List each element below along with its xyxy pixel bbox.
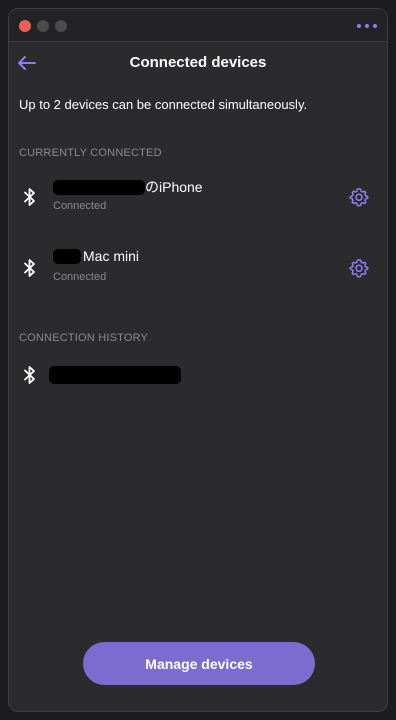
redacted-text bbox=[49, 366, 181, 384]
device-status: Connected bbox=[53, 271, 107, 283]
more-options-button[interactable] bbox=[357, 19, 377, 33]
device-row-iphone[interactable]: のiPhone Connected bbox=[9, 171, 387, 223]
maximize-window-button[interactable] bbox=[55, 20, 67, 32]
device-name: Mac mini bbox=[53, 248, 139, 264]
bluetooth-icon bbox=[24, 259, 35, 277]
page-header: Connected devices bbox=[9, 43, 387, 83]
redacted-text bbox=[53, 248, 81, 264]
history-device-row[interactable] bbox=[9, 349, 387, 401]
page-title: Connected devices bbox=[129, 54, 267, 71]
gear-icon[interactable] bbox=[349, 258, 369, 278]
redacted-text bbox=[53, 179, 145, 195]
manage-devices-button[interactable]: Manage devices bbox=[83, 642, 315, 685]
title-bar bbox=[9, 9, 387, 42]
section-label-connection-history: CONNECTION HISTORY bbox=[19, 332, 149, 344]
device-name bbox=[49, 366, 181, 384]
ellipsis-icon bbox=[357, 24, 361, 28]
bluetooth-icon bbox=[24, 188, 35, 206]
minimize-window-button[interactable] bbox=[37, 20, 49, 32]
section-label-currently-connected: CURRENTLY CONNECTED bbox=[19, 147, 162, 159]
device-name: のiPhone bbox=[53, 177, 203, 197]
intro-text: Up to 2 devices can be connected simulta… bbox=[19, 97, 308, 112]
bluetooth-icon bbox=[24, 366, 35, 384]
app-window: Connected devices Up to 2 devices can be… bbox=[8, 8, 388, 712]
device-row-mac-mini[interactable]: Mac mini Connected bbox=[9, 242, 387, 294]
close-window-button[interactable] bbox=[19, 20, 31, 32]
device-name-suffix: Mac mini bbox=[83, 248, 140, 264]
device-status: Connected bbox=[53, 200, 107, 212]
device-name-suffix: のiPhone bbox=[145, 179, 203, 195]
gear-icon[interactable] bbox=[349, 187, 369, 207]
